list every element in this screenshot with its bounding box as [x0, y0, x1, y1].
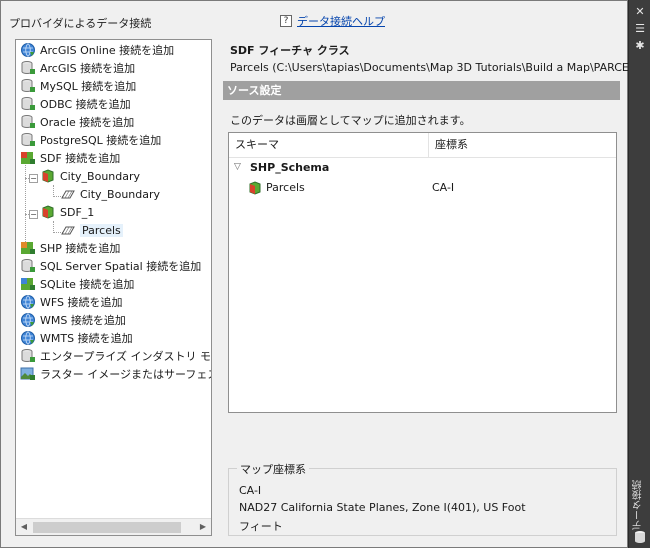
tree-item-label: WMS 接続を追加	[40, 314, 126, 327]
tree-item-label: Parcels	[80, 223, 123, 237]
tree-item-enterprise-industry-model[interactable]: エンタープライズ インダストリ モデル 接	[20, 347, 212, 365]
provider-tree-panel: − − ArcGIS Online 接続を追加 ArcGIS 接続を追加 MyS…	[15, 39, 212, 536]
collapse-triangle-icon[interactable]: ▽	[234, 162, 241, 172]
tree-item-sdf-1-file[interactable]: SDF_1	[40, 203, 94, 221]
tree-item-label: エンタープライズ インダストリ モデル 接	[40, 350, 212, 363]
help-link[interactable]: ? データ接続ヘルプ	[280, 13, 385, 29]
map-crs-legend: マップ座標系	[237, 461, 309, 477]
database-icon	[20, 258, 36, 274]
tree-item-label: WMTS 接続を追加	[40, 332, 133, 345]
help-link-label: データ接続ヘルプ	[297, 15, 385, 28]
tree-item-label: SHP 接続を追加	[40, 242, 121, 255]
tree-item-label: Oracle 接続を追加	[40, 116, 135, 129]
scrollbar-thumb[interactable]	[33, 522, 181, 533]
tree-item-wmts[interactable]: WMTS 接続を追加	[20, 329, 133, 347]
tree-item-sdf[interactable]: SDF 接続を追加	[20, 149, 120, 167]
tree-item-wms[interactable]: WMS 接続を追加	[20, 311, 126, 329]
properties-icon[interactable]: ✱	[632, 39, 648, 53]
feature-class-icon	[247, 180, 263, 196]
palette-title: データ接続	[633, 480, 644, 530]
tree-item-parcels-class[interactable]: Parcels	[60, 221, 123, 239]
tree-item-label: SDF_1	[60, 205, 95, 219]
tree-item-label: SQL Server Spatial 接続を追加	[40, 260, 202, 273]
sqlite-icon	[20, 276, 36, 292]
tree-item-label: SQLite 接続を追加	[40, 278, 135, 291]
shp-icon	[20, 240, 36, 256]
polygon-feature-icon	[60, 186, 76, 202]
tree-item-sql-server-spatial[interactable]: SQL Server Spatial 接続を追加	[20, 257, 201, 275]
database-icon	[20, 60, 36, 76]
tree-item-city-boundary-class[interactable]: City_Boundary	[60, 185, 160, 203]
tree-item-label: ラスター イメージまたはサーフェス 接続	[40, 368, 212, 381]
tree-item-label: SDF 接続を追加	[40, 152, 121, 165]
tree-item-raster[interactable]: ラスター イメージまたはサーフェス 接続	[20, 365, 212, 383]
polygon-feature-icon	[60, 222, 76, 238]
tree-item-label: PostgreSQL 接続を追加	[40, 134, 162, 147]
database-icon	[20, 96, 36, 112]
tree-item-label: MySQL 接続を追加	[40, 80, 137, 93]
database-icon	[20, 114, 36, 130]
tree-item-oracle[interactable]: Oracle 接続を追加	[20, 113, 134, 131]
tree-item-shp[interactable]: SHP 接続を追加	[20, 239, 120, 257]
map-crs-group: マップ座標系 CA-I NAD27 California State Plane…	[228, 461, 617, 536]
help-icon: ?	[280, 15, 292, 27]
tree-item-arcgis-online[interactable]: ArcGIS Online 接続を追加	[20, 41, 174, 59]
column-header-crs[interactable]: 座標系	[429, 133, 468, 157]
tree-item-city-boundary-file[interactable]: City_Boundary	[40, 167, 140, 185]
sdf-file-icon	[40, 168, 56, 184]
schema-name: SHP_Schema	[250, 161, 330, 174]
schema-grid: スキーマ 座標系 ▽ SHP_Schema Parcels CA-I	[228, 132, 617, 413]
data-connect-palette: プロバイダによるデータ接続 ? データ接続ヘルプ − − ArcGIS Onli…	[0, 0, 645, 548]
database-icon	[20, 132, 36, 148]
collapse-toggle-city-boundary[interactable]: −	[29, 174, 38, 183]
sdf-file-icon	[40, 204, 56, 220]
column-header-schema[interactable]: スキーマ	[229, 133, 279, 157]
feature-class-path: Parcels (C:\Users\tapias\Documents\Map 3…	[230, 61, 646, 74]
tree-horizontal-scrollbar[interactable]: ◀ ▶	[16, 518, 211, 535]
options-menu-icon[interactable]: ☰	[632, 22, 648, 36]
feature-class-title: SDF フィーチャ クラス	[230, 44, 350, 57]
collapse-toggle-sdf-1[interactable]: −	[29, 210, 38, 219]
scroll-left-icon[interactable]: ◀	[19, 522, 29, 532]
add-to-map-description: このデータは画層としてマップに追加されます。	[230, 114, 471, 127]
map-crs-code: CA-I	[239, 484, 262, 497]
feature-class-crs: CA-I	[432, 181, 455, 194]
database-icon	[634, 530, 646, 544]
map-crs-unit: フィート	[239, 520, 283, 533]
provider-panel-label: プロバイダによるデータ接続	[9, 17, 152, 30]
table-row[interactable]: Parcels CA-I	[229, 178, 616, 198]
globe-icon	[20, 294, 36, 310]
tree-item-sqlite[interactable]: SQLite 接続を追加	[20, 275, 134, 293]
tree-item-label: City_Boundary	[60, 169, 141, 183]
globe-icon	[20, 312, 36, 328]
scroll-right-icon[interactable]: ▶	[198, 522, 208, 532]
schema-row[interactable]: ▽ SHP_Schema	[229, 158, 616, 178]
tree-item-label: ArcGIS 接続を追加	[40, 62, 136, 75]
source-settings-header[interactable]: ソース設定	[223, 81, 620, 100]
grid-header: スキーマ 座標系	[229, 133, 616, 158]
tree-item-arcgis[interactable]: ArcGIS 接続を追加	[20, 59, 135, 77]
tree-item-label: ODBC 接続を追加	[40, 98, 131, 111]
globe-icon	[20, 42, 36, 58]
palette-title-strip[interactable]: ✕ ☰ ✱ データ接続	[628, 0, 650, 548]
tree-connector	[25, 158, 26, 252]
globe-icon	[20, 330, 36, 346]
tree-item-label: ArcGIS Online 接続を追加	[40, 44, 175, 57]
tree-item-mysql[interactable]: MySQL 接続を追加	[20, 77, 136, 95]
tree-item-label: City_Boundary	[80, 187, 161, 201]
tree-item-odbc[interactable]: ODBC 接続を追加	[20, 95, 131, 113]
tree-item-label: WFS 接続を追加	[40, 296, 123, 309]
provider-tree: − − ArcGIS Online 接続を追加 ArcGIS 接続を追加 MyS…	[16, 40, 212, 520]
sdf-icon	[20, 150, 36, 166]
database-icon	[20, 78, 36, 94]
map-crs-name: NAD27 California State Planes, Zone I(40…	[239, 501, 526, 514]
tree-item-wfs[interactable]: WFS 接続を追加	[20, 293, 123, 311]
tree-item-postgresql[interactable]: PostgreSQL 接続を追加	[20, 131, 161, 149]
raster-icon	[20, 366, 36, 382]
database-icon	[20, 348, 36, 364]
feature-class-name: Parcels	[266, 181, 305, 194]
close-icon[interactable]: ✕	[632, 5, 648, 19]
